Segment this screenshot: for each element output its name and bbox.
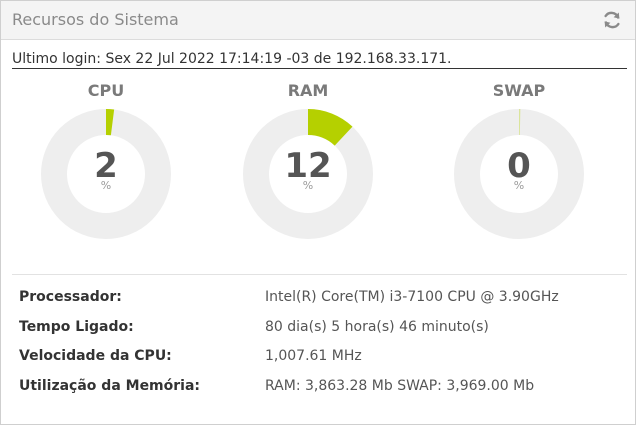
info-row-cpu-speed: Velocidade da CPU: 1,007.61 MHz bbox=[19, 348, 619, 370]
gauge-label: SWAP bbox=[492, 81, 546, 100]
system-resources-panel: Recursos do Sistema Ultimo login: Sex 22… bbox=[0, 0, 636, 425]
gauge-unit: % bbox=[100, 179, 112, 192]
info-label: Velocidade da CPU: bbox=[19, 348, 172, 364]
info-value: Intel(R) Core(TM) i3-7100 CPU @ 3.90GHz bbox=[265, 289, 559, 305]
refresh-icon bbox=[604, 11, 620, 29]
info-value: RAM: 3,863.28 Mb SWAP: 3,969.00 Mb bbox=[265, 378, 535, 394]
gauge-value: 12 bbox=[284, 146, 332, 186]
gauge-label: RAM bbox=[287, 81, 329, 100]
info-value: 80 dia(s) 5 hora(s) 46 minuto(s) bbox=[265, 319, 489, 335]
panel-title: Recursos do Sistema bbox=[12, 10, 179, 29]
ram-gauge: RAM 12 % bbox=[241, 81, 375, 241]
gauge-unit: % bbox=[513, 179, 525, 192]
divider bbox=[12, 274, 627, 275]
gauge-label: CPU bbox=[87, 81, 125, 100]
info-label: Tempo Ligado: bbox=[19, 319, 134, 335]
info-row-uptime: Tempo Ligado: 80 dia(s) 5 hora(s) 46 min… bbox=[19, 319, 619, 341]
gauge-value: 2 bbox=[94, 146, 118, 186]
gauge-value: 0 bbox=[507, 146, 531, 186]
info-row-memory-usage: Utilização da Memória: RAM: 3,863.28 Mb … bbox=[19, 378, 619, 400]
last-login-text: Ultimo login: Sex 22 Jul 2022 17:14:19 -… bbox=[12, 51, 627, 69]
refresh-button[interactable] bbox=[601, 9, 623, 31]
info-label: Utilização da Memória: bbox=[19, 378, 201, 394]
gauge-unit: % bbox=[302, 179, 314, 192]
info-value: 1,007.61 MHz bbox=[265, 348, 362, 364]
info-label: Processador: bbox=[19, 289, 122, 305]
panel-header: Recursos do Sistema bbox=[1, 1, 635, 40]
cpu-gauge: CPU 2 % bbox=[39, 81, 173, 241]
swap-gauge: SWAP 0 % bbox=[452, 81, 586, 241]
info-row-processor: Processador: Intel(R) Core(TM) i3-7100 C… bbox=[19, 289, 619, 311]
